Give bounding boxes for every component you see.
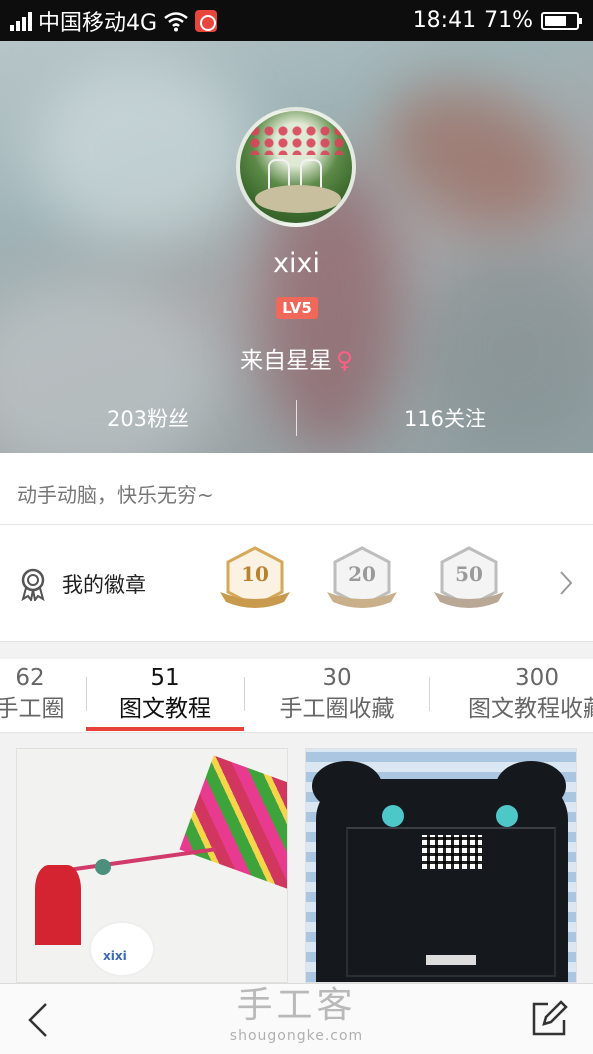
location-text: 来自星星 (240, 348, 333, 374)
notification-app-icon (195, 9, 218, 32)
following-count[interactable]: 116关注 (297, 398, 593, 438)
tab-label: 图文教程收藏 (468, 696, 593, 722)
edit-icon[interactable] (528, 998, 570, 1040)
location: 来自星星 ♀ (0, 341, 593, 375)
clock: 18:41 (412, 8, 477, 33)
badge-10-number: 10 (241, 562, 269, 586)
badge-10[interactable]: 10 (218, 546, 292, 616)
avatar[interactable] (236, 107, 356, 227)
profile-header: xixi LV5 来自星星 ♀ 203粉丝 116关注 (0, 41, 593, 453)
tab-divider (244, 677, 245, 711)
tab-count: 300 (515, 665, 559, 691)
battery-percent: 71% (484, 8, 533, 33)
bio-text: 动手动脑，快乐无穷~ (0, 453, 593, 525)
battery-icon (541, 11, 582, 30)
carrier-label: 中国移动4G (38, 10, 158, 36)
tab-divider (429, 677, 430, 711)
content-tabs: 62 手工圈 51 图文教程 30 手工圈收藏 300 图文教程收藏 (0, 659, 593, 733)
my-badges-row[interactable]: 我的徽章 10 20 50 (0, 526, 593, 642)
bottom-bar: 手工客 shougongke.com (0, 983, 593, 1054)
profile-page: 中国移动4G 18:41 71% xixi LV5 来自星星 ♀ 203粉丝 1… (0, 0, 593, 1054)
badge-50[interactable]: 50 (432, 546, 506, 616)
tab-tutorials[interactable]: 51 图文教程 (90, 663, 240, 725)
tab-circle-favorites[interactable]: 30 手工圈收藏 (262, 663, 412, 725)
follow-stats: 203粉丝 116关注 (0, 398, 593, 438)
tab-handcraft-circle[interactable]: 62 手工圈 (0, 663, 90, 725)
status-bar: 中国移动4G 18:41 71% (0, 0, 593, 41)
wifi-icon (164, 11, 188, 31)
card-watermark: xixi (103, 949, 127, 963)
tab-tutorial-favorites[interactable]: 300 图文教程收藏 (452, 663, 593, 725)
section-gap (0, 642, 593, 659)
badge-20-number: 20 (348, 562, 376, 586)
knitted-pouch-image (179, 755, 287, 891)
tab-divider (86, 677, 87, 711)
tutorial-card[interactable]: xixi (16, 748, 288, 983)
username: xixi (273, 248, 320, 279)
tab-count: 51 (150, 665, 180, 691)
medal-icon (21, 568, 45, 601)
tab-count: 62 (15, 665, 45, 691)
brand-watermark: 手工客 (236, 985, 357, 1026)
tutorial-card[interactable] (305, 748, 577, 983)
brand-url: shougongke.com (229, 1028, 364, 1044)
fans-count[interactable]: 203粉丝 (0, 398, 296, 438)
chevron-right-icon[interactable] (559, 570, 573, 596)
my-badges-label: 我的徽章 (62, 572, 146, 597)
tab-count: 30 (322, 665, 352, 691)
badge-50-number: 50 (455, 562, 483, 586)
tutorial-grid: xixi (0, 733, 593, 983)
female-gender-icon: ♀ (336, 348, 353, 374)
level-badge: LV5 (276, 297, 318, 319)
tab-label: 手工圈收藏 (279, 696, 395, 722)
tab-label: 图文教程 (119, 696, 211, 722)
tab-label: 手工圈 (0, 696, 65, 722)
active-tab-indicator (86, 727, 244, 731)
badge-20[interactable]: 20 (325, 546, 399, 616)
signal-icon (10, 11, 32, 31)
